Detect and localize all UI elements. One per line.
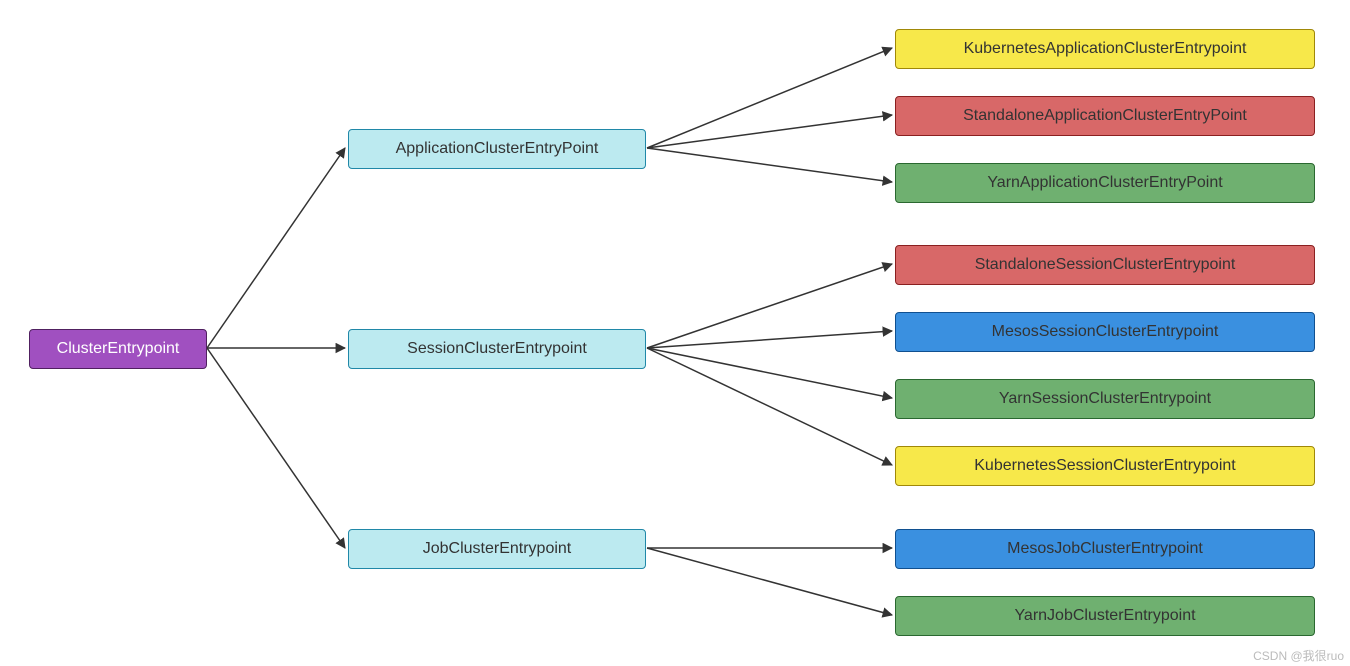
node-label: JobClusterEntrypoint	[423, 540, 572, 558]
node-mesos-session-cluster-entrypoint: MesosSessionClusterEntrypoint	[895, 312, 1315, 352]
node-standalone-session-cluster-entrypoint: StandaloneSessionClusterEntrypoint	[895, 245, 1315, 285]
node-standalone-application-cluster-entrypoint: StandaloneApplicationClusterEntryPoint	[895, 96, 1315, 136]
node-cluster-entrypoint: ClusterEntrypoint	[29, 329, 207, 369]
node-label: YarnSessionClusterEntrypoint	[999, 390, 1211, 408]
node-yarn-job-cluster-entrypoint: YarnJobClusterEntrypoint	[895, 596, 1315, 636]
node-mesos-job-cluster-entrypoint: MesosJobClusterEntrypoint	[895, 529, 1315, 569]
node-label: KubernetesSessionClusterEntrypoint	[974, 457, 1235, 475]
node-label: YarnApplicationClusterEntryPoint	[987, 174, 1222, 192]
node-label: StandaloneApplicationClusterEntryPoint	[963, 107, 1247, 125]
node-label: ApplicationClusterEntryPoint	[396, 140, 599, 158]
node-label: MesosJobClusterEntrypoint	[1007, 540, 1203, 558]
watermark-text: CSDN @我很ruo	[1253, 647, 1344, 664]
node-label: ClusterEntrypoint	[57, 340, 180, 358]
node-job-cluster-entrypoint: JobClusterEntrypoint	[348, 529, 646, 569]
node-kubernetes-application-cluster-entrypoint: KubernetesApplicationClusterEntrypoint	[895, 29, 1315, 69]
node-yarn-session-cluster-entrypoint: YarnSessionClusterEntrypoint	[895, 379, 1315, 419]
node-label: StandaloneSessionClusterEntrypoint	[975, 256, 1236, 274]
watermark-label: CSDN @我很ruo	[1253, 649, 1344, 663]
node-application-cluster-entrypoint: ApplicationClusterEntryPoint	[348, 129, 646, 169]
node-label: MesosSessionClusterEntrypoint	[992, 323, 1219, 341]
node-label: YarnJobClusterEntrypoint	[1014, 607, 1195, 625]
node-yarn-application-cluster-entrypoint: YarnApplicationClusterEntryPoint	[895, 163, 1315, 203]
node-label: SessionClusterEntrypoint	[407, 340, 587, 358]
node-kubernetes-session-cluster-entrypoint: KubernetesSessionClusterEntrypoint	[895, 446, 1315, 486]
node-label: KubernetesApplicationClusterEntrypoint	[964, 40, 1247, 58]
node-session-cluster-entrypoint: SessionClusterEntrypoint	[348, 329, 646, 369]
